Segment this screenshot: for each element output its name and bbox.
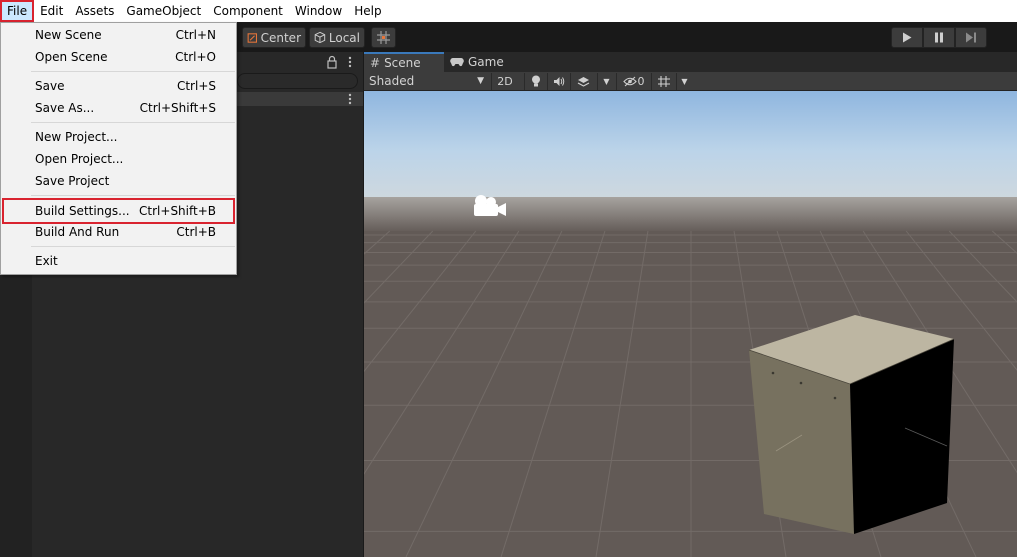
view-tabs: # Scene Game bbox=[363, 52, 1017, 72]
grid-snap-icon bbox=[377, 31, 390, 44]
menu-item-label: Exit bbox=[35, 254, 58, 268]
audio-toggle-button[interactable] bbox=[547, 73, 569, 90]
horizon-haze bbox=[364, 197, 1017, 233]
menu-item-build-and-run[interactable]: Build And Run Ctrl+B bbox=[2, 221, 235, 243]
menu-item-label: Open Scene bbox=[35, 50, 108, 64]
pivot-local-label: Local bbox=[328, 30, 360, 45]
menu-item-open-scene[interactable]: Open Scene Ctrl+O bbox=[2, 46, 235, 68]
toggle-2d-button[interactable]: 2D bbox=[491, 73, 518, 90]
menu-item-label: Build And Run bbox=[35, 225, 120, 239]
menu-item-save-as[interactable]: Save As... Ctrl+Shift+S bbox=[2, 97, 235, 119]
hierarchy-header bbox=[237, 52, 363, 72]
lightbulb-icon bbox=[531, 75, 540, 87]
sky bbox=[364, 91, 1017, 201]
grid-snap-button[interactable] bbox=[371, 27, 396, 48]
effects-dropdown-button[interactable]: ▼ bbox=[597, 73, 615, 90]
hierarchy-menu-icon[interactable] bbox=[348, 56, 352, 68]
menu-component[interactable]: Component bbox=[207, 0, 289, 22]
menu-edit[interactable]: Edit bbox=[34, 0, 69, 22]
menu-file[interactable]: File bbox=[0, 0, 35, 22]
scene-row-menu-icon[interactable] bbox=[348, 93, 352, 105]
chevron-down-icon: ▼ bbox=[603, 77, 610, 86]
lock-icon[interactable] bbox=[326, 55, 338, 69]
menu-item-label: Save As... bbox=[35, 101, 95, 115]
menu-item-label: Open Project... bbox=[35, 152, 124, 166]
scene-render bbox=[364, 91, 1017, 557]
center-pivot-icon bbox=[247, 32, 258, 43]
chevron-down-icon: ▼ bbox=[681, 77, 688, 86]
menu-window[interactable]: Window bbox=[289, 0, 348, 22]
menu-item-new-scene[interactable]: New Scene Ctrl+N bbox=[2, 24, 235, 46]
menu-gameobject[interactable]: GameObject bbox=[120, 0, 207, 22]
grid-icon bbox=[657, 76, 670, 87]
menu-item-shortcut: Ctrl+B bbox=[176, 225, 216, 239]
menu-item-open-project[interactable]: Open Project... bbox=[2, 148, 235, 170]
layers-icon bbox=[577, 76, 590, 87]
menu-item-new-project[interactable]: New Project... bbox=[2, 126, 235, 148]
menu-item-shortcut: Ctrl+S bbox=[176, 79, 216, 93]
menu-item-label: Save Project bbox=[35, 174, 110, 188]
hidden-objects-toggle[interactable]: 0 bbox=[616, 73, 650, 90]
unity-editor-window: File Edit Assets GameObject Component Wi… bbox=[0, 0, 1017, 557]
menu-item-shortcut: Ctrl+Shift+S bbox=[139, 101, 216, 115]
chevron-down-icon: ▼ bbox=[477, 76, 484, 86]
tab-game[interactable]: Game bbox=[444, 52, 514, 72]
gamepad-icon bbox=[450, 58, 464, 67]
pivot-center-label: Center bbox=[260, 30, 301, 45]
pivot-local-button[interactable]: Local bbox=[309, 27, 365, 48]
scene-viewport[interactable] bbox=[363, 91, 1017, 557]
local-cube-icon bbox=[314, 31, 326, 44]
menu-item-save-project[interactable]: Save Project bbox=[2, 170, 235, 192]
scene-grid-icon: # bbox=[370, 56, 381, 70]
shading-mode-value: Shaded bbox=[369, 74, 415, 88]
step-button[interactable] bbox=[955, 27, 987, 48]
menu-item-shortcut: Ctrl+Shift+B bbox=[139, 204, 216, 218]
file-menu-dropdown: New Scene Ctrl+N Open Scene Ctrl+O Save … bbox=[0, 22, 237, 275]
play-button[interactable] bbox=[891, 27, 923, 48]
menu-item-exit[interactable]: Exit bbox=[2, 250, 235, 272]
menu-separator bbox=[31, 246, 235, 247]
tab-scene[interactable]: # Scene bbox=[364, 52, 444, 72]
menu-item-label: Build Settings... bbox=[35, 204, 130, 218]
step-icon bbox=[966, 32, 976, 43]
menu-item-label: Save bbox=[35, 79, 65, 93]
hierarchy-search-input[interactable] bbox=[237, 73, 358, 89]
menu-bar: File Edit Assets GameObject Component Wi… bbox=[0, 0, 1017, 22]
menu-assets[interactable]: Assets bbox=[69, 0, 120, 22]
cube-object[interactable] bbox=[748, 315, 955, 534]
menu-help[interactable]: Help bbox=[348, 0, 387, 22]
hierarchy-scene-row[interactable] bbox=[237, 92, 363, 106]
gizmos-dropdown-button[interactable]: ▼ bbox=[676, 73, 692, 90]
tab-scene-label: Scene bbox=[384, 56, 421, 70]
tab-game-label: Game bbox=[468, 55, 504, 69]
hidden-objects-count: 0 bbox=[637, 75, 645, 88]
menu-separator bbox=[31, 122, 235, 123]
effects-toggle-button[interactable] bbox=[570, 73, 596, 90]
menu-item-label: New Project... bbox=[35, 130, 118, 144]
menu-item-save[interactable]: Save Ctrl+S bbox=[2, 75, 235, 97]
pivot-center-button[interactable]: Center bbox=[242, 27, 306, 48]
playback-controls bbox=[891, 27, 987, 48]
menu-separator bbox=[31, 195, 235, 196]
menu-item-shortcut: Ctrl+O bbox=[175, 50, 216, 64]
pause-icon bbox=[935, 32, 943, 43]
pause-button[interactable] bbox=[923, 27, 955, 48]
lighting-toggle-button[interactable] bbox=[524, 73, 546, 90]
toggle-2d-label: 2D bbox=[497, 75, 513, 88]
menu-item-shortcut: Ctrl+N bbox=[175, 28, 216, 42]
play-icon bbox=[903, 32, 912, 43]
menu-separator bbox=[31, 71, 235, 72]
menu-item-label: New Scene bbox=[35, 28, 102, 42]
speaker-icon bbox=[553, 77, 564, 86]
shading-mode-dropdown[interactable]: Shaded ▼ bbox=[366, 72, 488, 90]
scene-toolbar: Shaded ▼ 2D ▼ 0 ▼ bbox=[363, 72, 1017, 91]
gizmos-toggle-button[interactable] bbox=[651, 73, 675, 90]
eye-slash-icon bbox=[622, 76, 637, 87]
